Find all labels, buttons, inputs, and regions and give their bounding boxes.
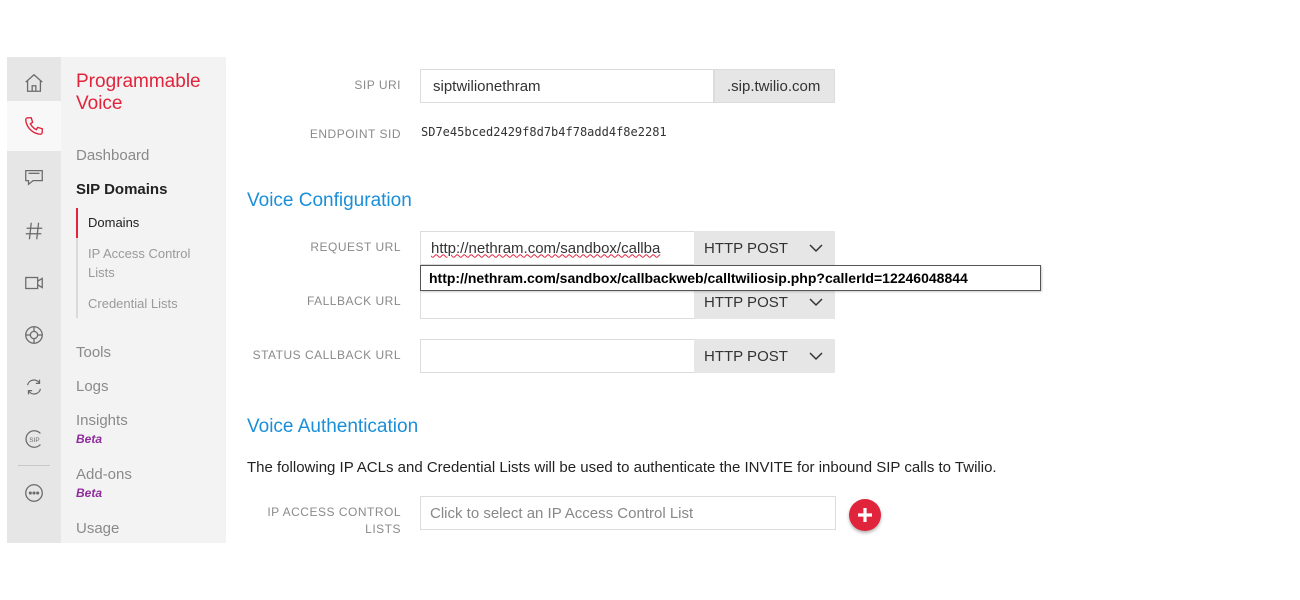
- insights-beta-badge: Beta: [76, 432, 103, 446]
- nav-credential-lists[interactable]: Credential Lists: [88, 294, 213, 313]
- voice-authentication-heading: Voice Authentication: [247, 416, 419, 437]
- active-indicator: [76, 208, 78, 238]
- nav-ip-access-control-lists[interactable]: IP Access Control Lists: [88, 244, 213, 282]
- status-callback-url-input[interactable]: [420, 339, 695, 373]
- product-title: Programmable Voice: [76, 71, 201, 114]
- ip-acl-label-line1: IP ACCESS CONTROL: [267, 505, 401, 519]
- icon-rail: SIP: [7, 57, 61, 543]
- sync-icon[interactable]: [7, 361, 61, 413]
- sip-uri-input[interactable]: siptwilionethram: [420, 69, 714, 103]
- endpoint-sid-label: ENDPOINT SID: [309, 127, 401, 141]
- phone-icon[interactable]: [7, 101, 61, 151]
- app-frame: SIP Programmable Voice Dashboard SIP Dom…: [7, 57, 1280, 543]
- request-url-value: http://nethram.com/sandbox/callba: [431, 239, 661, 257]
- plus-icon: [858, 508, 872, 522]
- sip-uri-suffix: .sip.twilio.com: [714, 69, 835, 103]
- request-url-method: HTTP POST: [704, 239, 788, 257]
- add-ip-acl-button[interactable]: [849, 499, 881, 531]
- sip-domains-subnav: Domains IP Access Control Lists Credenti…: [76, 208, 223, 318]
- main-content: SIP URI siptwilionethram .sip.twilio.com…: [226, 57, 1280, 543]
- ip-acl-label-line2: LISTS: [365, 522, 401, 536]
- rail-separator: [18, 465, 50, 466]
- status-callback-url-label: STATUS CALLBACK URL: [252, 348, 401, 362]
- ip-acl-placeholder: Click to select an IP Access Control Lis…: [430, 504, 694, 522]
- lifebuoy-icon[interactable]: [7, 309, 61, 361]
- endpoint-sid-value: SD7e45bced2429f8d7b4f78add4f8e2281: [421, 125, 667, 139]
- nav-tools[interactable]: Tools: [76, 344, 111, 361]
- chat-icon[interactable]: [7, 151, 61, 203]
- request-url-method-select[interactable]: HTTP POST: [694, 231, 835, 265]
- video-icon[interactable]: [7, 257, 61, 309]
- nav-logs[interactable]: Logs: [76, 378, 109, 395]
- chevron-down-icon: [809, 298, 823, 307]
- fallback-url-label: FALLBACK URL: [306, 294, 401, 308]
- nav-usage[interactable]: Usage: [76, 520, 119, 537]
- sip-icon[interactable]: SIP: [7, 413, 61, 465]
- hash-icon[interactable]: [7, 205, 61, 257]
- voice-configuration-heading: Voice Configuration: [247, 190, 412, 211]
- nav-insights[interactable]: Insights: [76, 412, 128, 429]
- request-url-input[interactable]: http://nethram.com/sandbox/callba: [420, 231, 695, 265]
- status-callback-url-method: HTTP POST: [704, 347, 788, 365]
- request-url-label: REQUEST URL: [310, 240, 401, 254]
- chevron-down-icon: [809, 352, 823, 361]
- more-icon[interactable]: [7, 467, 61, 519]
- addons-beta-badge: Beta: [76, 486, 103, 500]
- nav-dashboard[interactable]: Dashboard: [76, 147, 149, 164]
- ip-acl-select-input[interactable]: Click to select an IP Access Control Lis…: [420, 496, 836, 530]
- sip-uri-label: SIP URI: [354, 78, 401, 92]
- request-url-tooltip: http://nethram.com/sandbox/callbackweb/c…: [420, 265, 1041, 291]
- product-nav: Programmable Voice Dashboard SIP Domains…: [61, 57, 226, 543]
- nav-sip-domains[interactable]: SIP Domains: [76, 181, 167, 198]
- nav-addons[interactable]: Add-ons: [76, 466, 132, 483]
- status-callback-url-method-select[interactable]: HTTP POST: [694, 339, 835, 373]
- voice-authentication-description: The following IP ACLs and Credential Lis…: [247, 459, 997, 476]
- nav-domains[interactable]: Domains: [88, 213, 213, 232]
- chevron-down-icon: [809, 244, 823, 253]
- fallback-url-method: HTTP POST: [704, 293, 788, 311]
- ip-acl-label: IP ACCESS CONTROL LISTS: [226, 504, 401, 538]
- svg-text:SIP: SIP: [29, 437, 39, 444]
